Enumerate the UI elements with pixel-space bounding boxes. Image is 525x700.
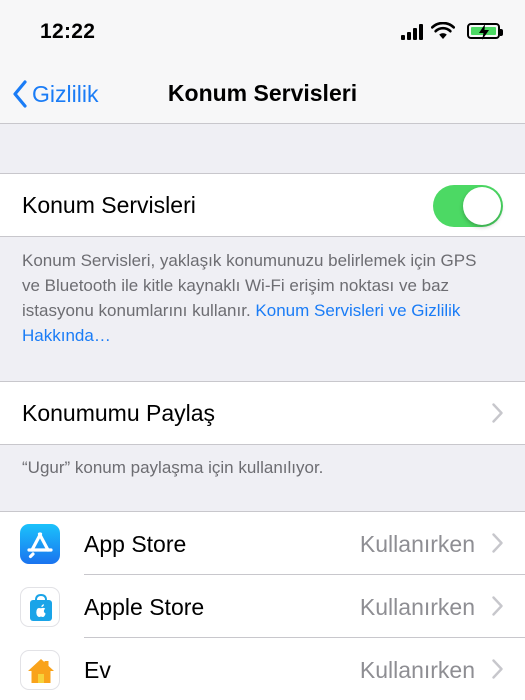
status-bar: 12:22 bbox=[0, 0, 525, 62]
location-services-cell: Konum Servisleri bbox=[0, 174, 525, 236]
apple-store-icon bbox=[20, 587, 60, 627]
app-permission-status: Kullanırken bbox=[359, 531, 475, 557]
home-icon bbox=[20, 650, 60, 690]
share-location-label: Konumumu Paylaş bbox=[22, 399, 216, 426]
wifi-icon bbox=[431, 22, 455, 39]
location-services-toggle[interactable] bbox=[433, 185, 503, 227]
app-store-icon bbox=[20, 524, 60, 564]
location-services-label: Konum Servisleri bbox=[22, 191, 196, 218]
charging-bolt-icon bbox=[479, 24, 489, 40]
battery-cap bbox=[500, 29, 503, 36]
chevron-right-icon bbox=[492, 659, 503, 679]
share-location-group: Konumumu Paylaş bbox=[0, 381, 525, 445]
app-permission-status: Kullanırken bbox=[359, 657, 475, 683]
chevron-right-icon bbox=[492, 596, 503, 616]
chevron-right-icon bbox=[492, 533, 503, 553]
app-name: App Store bbox=[84, 531, 187, 557]
battery-icon bbox=[467, 23, 500, 40]
toggle-knob bbox=[463, 187, 501, 225]
share-location-cell[interactable]: Konumumu Paylaş bbox=[0, 382, 525, 444]
navigation-bar: Gizlilik Konum Servisleri bbox=[0, 62, 525, 124]
location-services-group: Konum Servisleri bbox=[0, 173, 525, 237]
app-row-home[interactable]: Ev Kullanırken bbox=[0, 638, 525, 700]
status-icons bbox=[383, 22, 503, 42]
cellular-signal-icon bbox=[401, 24, 423, 40]
app-name: Apple Store bbox=[84, 594, 205, 620]
app-list: App Store Kullanırken Apple Store Kullan… bbox=[0, 511, 525, 700]
location-services-description: Konum Servisleri, yaklaşık konumunuzu be… bbox=[22, 248, 492, 348]
share-location-footer: “Ugur” konum paylaşma için kullanılıyor. bbox=[22, 458, 324, 477]
status-time: 12:22 bbox=[40, 20, 96, 43]
chevron-right-icon bbox=[492, 403, 503, 423]
page-title: Konum Servisleri bbox=[167, 80, 358, 106]
app-permission-status: Kullanırken bbox=[359, 594, 475, 620]
app-name: Ev bbox=[84, 657, 111, 683]
app-row-apple-store[interactable]: Apple Store Kullanırken bbox=[0, 575, 525, 638]
app-row-app-store[interactable]: App Store Kullanırken bbox=[0, 512, 525, 575]
